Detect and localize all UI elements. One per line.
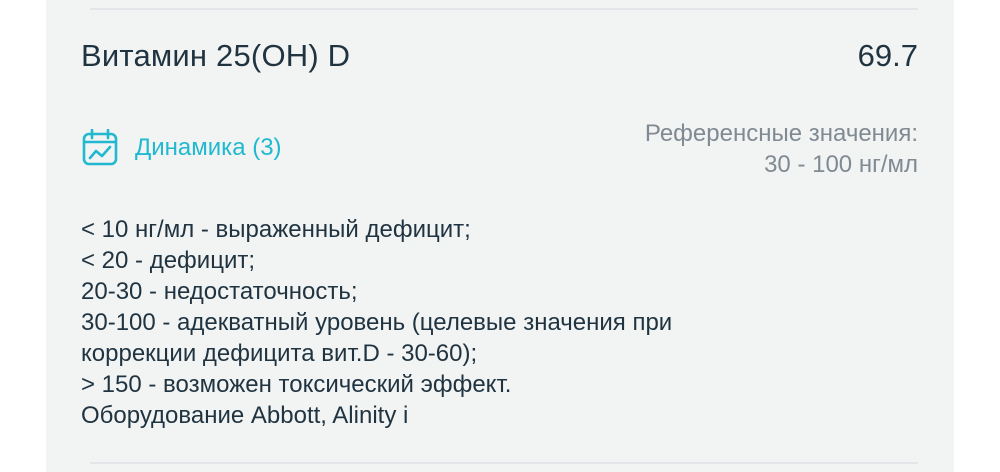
note-line: коррекции дефицита вит.D - 30-60); — [81, 340, 478, 367]
reference-title: Референсные значения: — [644, 120, 918, 147]
dynamics-label: Динамика (3) — [135, 134, 282, 161]
reference-values: Референсные значения: 30 - 100 нг/мл — [645, 118, 918, 180]
reference-range: 30 - 100 нг/мл — [764, 151, 918, 178]
bottom-divider — [90, 462, 918, 464]
interpretation-notes: < 10 нг/мл - выраженный дефицит; < 20 - … — [81, 214, 672, 431]
dynamics-link[interactable]: Динамика (3) — [82, 128, 282, 168]
note-line: < 10 нг/мл - выраженный дефицит; — [81, 216, 471, 243]
note-line: 20-30 - недостаточность; — [81, 278, 358, 305]
note-line: > 150 - возможен токсический эффект. — [81, 371, 512, 398]
calendar-chart-icon — [82, 129, 118, 167]
equipment-note: Оборудование Abbott, Alinity i — [81, 402, 409, 429]
top-divider — [90, 8, 918, 10]
test-name: Витамин 25(OH) D — [81, 38, 351, 73]
note-line: < 20 - дефицит; — [81, 247, 256, 274]
lab-result-card: Витамин 25(OH) D 69.7 Динамика (3) Рефер… — [46, 0, 954, 472]
note-line: 30-100 - адекватный уровень (целевые зна… — [81, 309, 673, 336]
test-value: 69.7 — [857, 38, 918, 73]
